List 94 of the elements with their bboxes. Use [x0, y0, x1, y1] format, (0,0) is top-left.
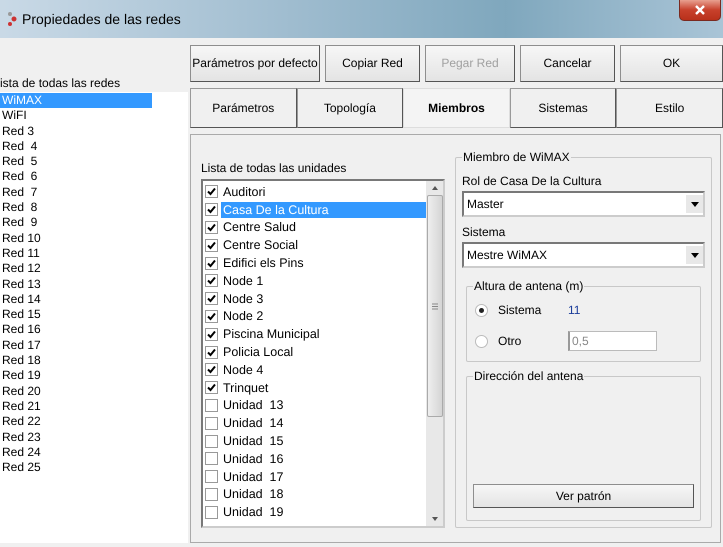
network-item[interactable]: Red 8	[0, 200, 152, 216]
network-item[interactable]: Red 3	[0, 124, 152, 139]
close-button[interactable]	[679, 0, 721, 21]
checkbox[interactable]	[205, 470, 218, 484]
dropdown-arrow-icon[interactable]	[690, 202, 698, 206]
role-label: Rol de Casa De la Cultura	[462, 174, 602, 188]
unit-item[interactable]: Unidad 19	[221, 504, 286, 520]
radio-label: Otro	[498, 334, 522, 348]
unit-item[interactable]: Unidad 18	[221, 486, 286, 502]
tab[interactable]: Estilo	[616, 88, 723, 128]
checkbox[interactable]	[205, 452, 218, 466]
checkbox[interactable]	[205, 310, 218, 323]
unit-item[interactable]: Unidad 16	[221, 450, 286, 467]
network-item[interactable]: Red 6	[0, 169, 152, 185]
network-item[interactable]: Red 5	[0, 154, 152, 170]
network-item[interactable]: Red 22	[0, 414, 152, 430]
dropdown-arrow-icon[interactable]	[690, 252, 698, 258]
checkbox[interactable]	[205, 488, 218, 501]
checkbox[interactable]	[205, 398, 218, 412]
grip-icon	[432, 302, 438, 310]
unit-item[interactable]: Node 2	[221, 308, 266, 324]
window-title: Propiedades de las redes	[22, 11, 181, 27]
network-item[interactable]: Red 25	[0, 460, 152, 476]
unit-item[interactable]: Unidad 13	[221, 397, 286, 414]
checkbox[interactable]	[205, 381, 218, 394]
network-list-label: ista de todas las redes	[0, 76, 120, 90]
network-item[interactable]: Red 7	[0, 184, 152, 200]
group-title: Dirección del antena	[473, 369, 584, 383]
system-label: Sistema	[462, 225, 506, 239]
close-icon	[695, 5, 705, 15]
role-dropdown[interactable]: Master	[462, 191, 705, 217]
tab[interactable]: Parámetros	[190, 88, 297, 128]
checkbox[interactable]	[205, 506, 218, 519]
network-item[interactable]: Red 9	[0, 215, 152, 231]
unit-item[interactable]: Trinquet	[221, 380, 270, 396]
unit-item[interactable]: Node 4	[221, 362, 266, 378]
checkbox[interactable]	[205, 434, 218, 448]
unit-item[interactable]: Unidad 15	[221, 433, 286, 450]
action-button[interactable]: Parámetros por defecto	[190, 45, 320, 82]
checkbox[interactable]	[205, 363, 218, 376]
unit-item[interactable]: Node 3	[221, 290, 266, 307]
unit-item[interactable]: Auditori	[221, 184, 268, 200]
unit-item[interactable]: Centre Social	[221, 237, 300, 254]
height-field[interactable]: 0,5	[568, 331, 657, 351]
group-title: Miembro de WiMAX	[462, 150, 571, 164]
unit-list-label: Lista de todas las unidades	[201, 161, 346, 175]
network-item[interactable]: Red 21	[0, 398, 152, 414]
unit-item[interactable]: Unidad 17	[221, 468, 286, 485]
view-pattern-button[interactable]: Ver patrón	[473, 484, 694, 508]
network-item[interactable]: Red 19	[0, 368, 152, 384]
network-item[interactable]: Red 24	[0, 444, 152, 460]
checkbox[interactable]	[205, 238, 218, 252]
unit-item[interactable]: Edifici els Pins	[221, 255, 306, 272]
network-item[interactable]: Red 18	[0, 353, 152, 368]
checkbox[interactable]	[205, 220, 218, 234]
action-button[interactable]: Copiar Red	[325, 45, 420, 82]
app-icon	[6, 11, 18, 27]
network-item[interactable]: Red 10	[0, 230, 152, 246]
network-item[interactable]: Red 12	[0, 261, 152, 277]
network-item[interactable]: Red 11	[0, 246, 152, 262]
network-item[interactable]: Red 23	[0, 430, 152, 445]
checkbox[interactable]	[205, 346, 218, 359]
action-button[interactable]: OK	[620, 45, 723, 82]
network-item[interactable]: Red 15	[0, 307, 152, 322]
checkbox[interactable]	[205, 203, 218, 216]
network-item[interactable]: Red 20	[0, 384, 152, 399]
action-button[interactable]: Cancelar	[520, 45, 615, 82]
height-value: 11	[568, 303, 580, 317]
network-item[interactable]: Red 16	[0, 322, 152, 338]
network-item[interactable]: Red 14	[0, 292, 152, 308]
radio-button[interactable]	[475, 334, 488, 348]
checkbox[interactable]	[205, 185, 218, 198]
scrollbar[interactable]	[426, 181, 443, 526]
checkbox[interactable]	[205, 292, 218, 306]
radio-label: Sistema	[498, 303, 542, 317]
unit-item[interactable]: Policia Local	[221, 344, 296, 360]
unit-item[interactable]: Node 1	[221, 272, 266, 289]
unit-item[interactable]: Piscina Municipal	[221, 326, 322, 342]
system-dropdown[interactable]: Mestre WiMAX	[462, 242, 705, 268]
radio-button[interactable]	[475, 304, 488, 316]
checkbox[interactable]	[205, 416, 218, 430]
network-item[interactable]: Red 4	[0, 138, 152, 154]
tab[interactable]: Topología	[296, 88, 404, 128]
checkbox[interactable]	[205, 256, 218, 270]
checkbox[interactable]	[205, 274, 218, 288]
unit-item[interactable]: Centre Salud	[221, 219, 298, 236]
tab[interactable]: Miembros	[403, 88, 510, 128]
group-title: Altura de antena (m)	[473, 279, 584, 293]
unit-item[interactable]: Unidad 14	[221, 415, 286, 432]
network-item[interactable]: Red 13	[0, 276, 152, 292]
network-item[interactable]: Red 17	[0, 338, 152, 354]
checkbox[interactable]	[205, 328, 218, 341]
network-item[interactable]: WiFI	[0, 108, 152, 124]
tab[interactable]: Sistemas	[510, 88, 616, 128]
